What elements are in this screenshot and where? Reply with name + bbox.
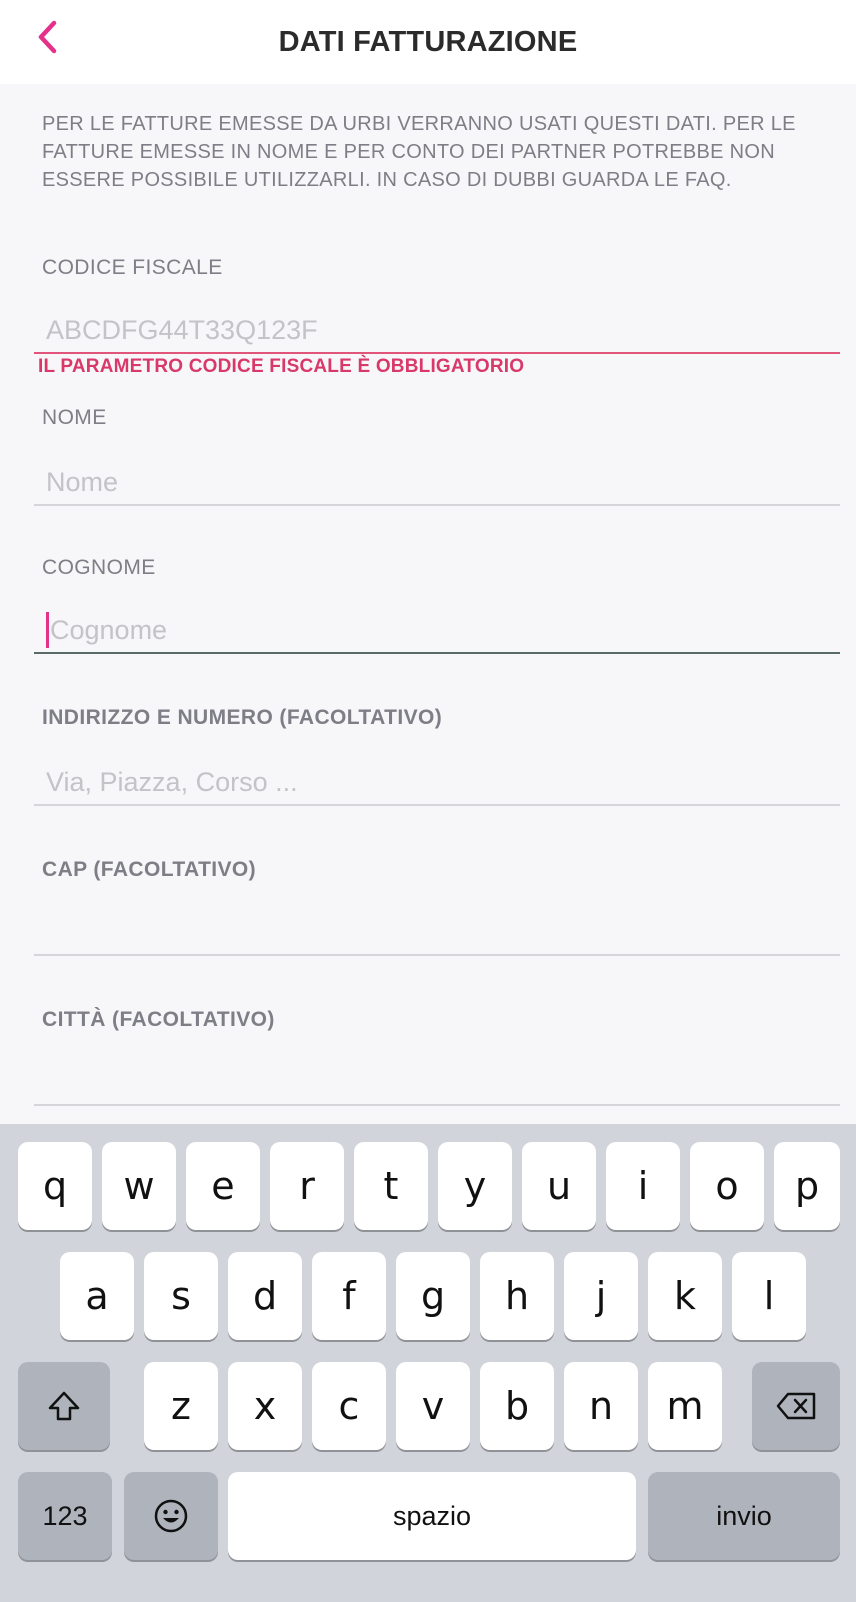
cap-input[interactable] [42,910,832,954]
indirizzo-input[interactable] [42,760,832,804]
cognome-label: COGNOME [42,556,156,579]
key-n[interactable]: n [564,1362,638,1450]
key-f[interactable]: f [312,1252,386,1340]
return-key[interactable]: invio [648,1472,840,1560]
back-button[interactable] [22,14,72,64]
page-title: DATI FATTURAZIONE [278,25,578,58]
cognome-field: COGNOME [34,556,840,666]
citta-underline [34,1104,840,1106]
nome-label: NOME [42,406,107,429]
key-z[interactable]: z [144,1362,218,1450]
shift-icon [47,1389,81,1423]
nome-field: NOME [34,406,840,516]
citta-input[interactable] [42,1060,832,1104]
key-w[interactable]: w [102,1142,176,1230]
key-c[interactable]: c [312,1362,386,1450]
key-b[interactable]: b [480,1362,554,1450]
key-g[interactable]: g [396,1252,470,1340]
key-a[interactable]: a [60,1252,134,1340]
cap-underline [34,954,840,956]
keyboard: q w e r t y u i o p a s d f g h j k l z … [0,1124,856,1602]
indirizzo-underline [34,804,840,806]
key-k[interactable]: k [648,1252,722,1340]
codice-fiscale-underline [34,352,840,354]
key-l[interactable]: l [732,1252,806,1340]
key-x[interactable]: x [228,1362,302,1450]
intro-text: PER LE FATTURE EMESSE DA URBI VERRANNO U… [42,113,796,191]
citta-field: CITTÀ (FACOLTATIVO) [34,1008,840,1118]
cognome-input[interactable] [42,608,832,652]
key-p[interactable]: p [774,1142,840,1230]
key-j[interactable]: j [564,1252,638,1340]
shift-key[interactable] [18,1362,110,1450]
billing-data-screen: DATI FATTURAZIONE PER LE FATTURE EMESSE … [0,0,856,1602]
key-t[interactable]: t [354,1142,428,1230]
key-o[interactable]: o [690,1142,764,1230]
key-u[interactable]: u [522,1142,596,1230]
codice-fiscale-label: CODICE FISCALE [42,256,223,279]
chevron-left-icon [36,20,58,59]
citta-label: CITTÀ (FACOLTATIVO) [42,1008,275,1031]
key-e[interactable]: e [186,1142,260,1230]
key-d[interactable]: d [228,1252,302,1340]
delete-key[interactable] [752,1362,840,1450]
nome-input[interactable] [42,460,832,504]
key-q[interactable]: q [18,1142,92,1230]
indirizzo-field: INDIRIZZO E NUMERO (FACOLTATIVO) [34,706,840,816]
nav-bar: DATI FATTURAZIONE [0,0,856,84]
key-h[interactable]: h [480,1252,554,1340]
codice-fiscale-input[interactable] [42,308,832,352]
nome-underline [34,504,840,506]
key-v[interactable]: v [396,1362,470,1450]
codice-fiscale-field: CODICE FISCALE IL PARAMETRO CODICE FISCA… [34,256,840,377]
emoji-key[interactable] [124,1472,218,1560]
key-i[interactable]: i [606,1142,680,1230]
key-y[interactable]: y [438,1142,512,1230]
delete-icon [775,1391,817,1421]
cap-field: CAP (FACOLTATIVO) [34,858,840,968]
form-content: PER LE FATTURE EMESSE DA URBI VERRANNO U… [0,84,856,1140]
key-m[interactable]: m [648,1362,722,1450]
key-r[interactable]: r [270,1142,344,1230]
indirizzo-label: INDIRIZZO E NUMERO (FACOLTATIVO) [42,706,443,729]
key-s[interactable]: s [144,1252,218,1340]
emoji-icon [152,1497,190,1535]
cap-label: CAP (FACOLTATIVO) [42,858,257,881]
space-key[interactable]: spazio [228,1472,636,1560]
numbers-key[interactable]: 123 [18,1472,112,1560]
codice-fiscale-error: IL PARAMETRO CODICE FISCALE È OBBLIGATOR… [38,356,525,377]
cognome-underline [34,652,840,654]
